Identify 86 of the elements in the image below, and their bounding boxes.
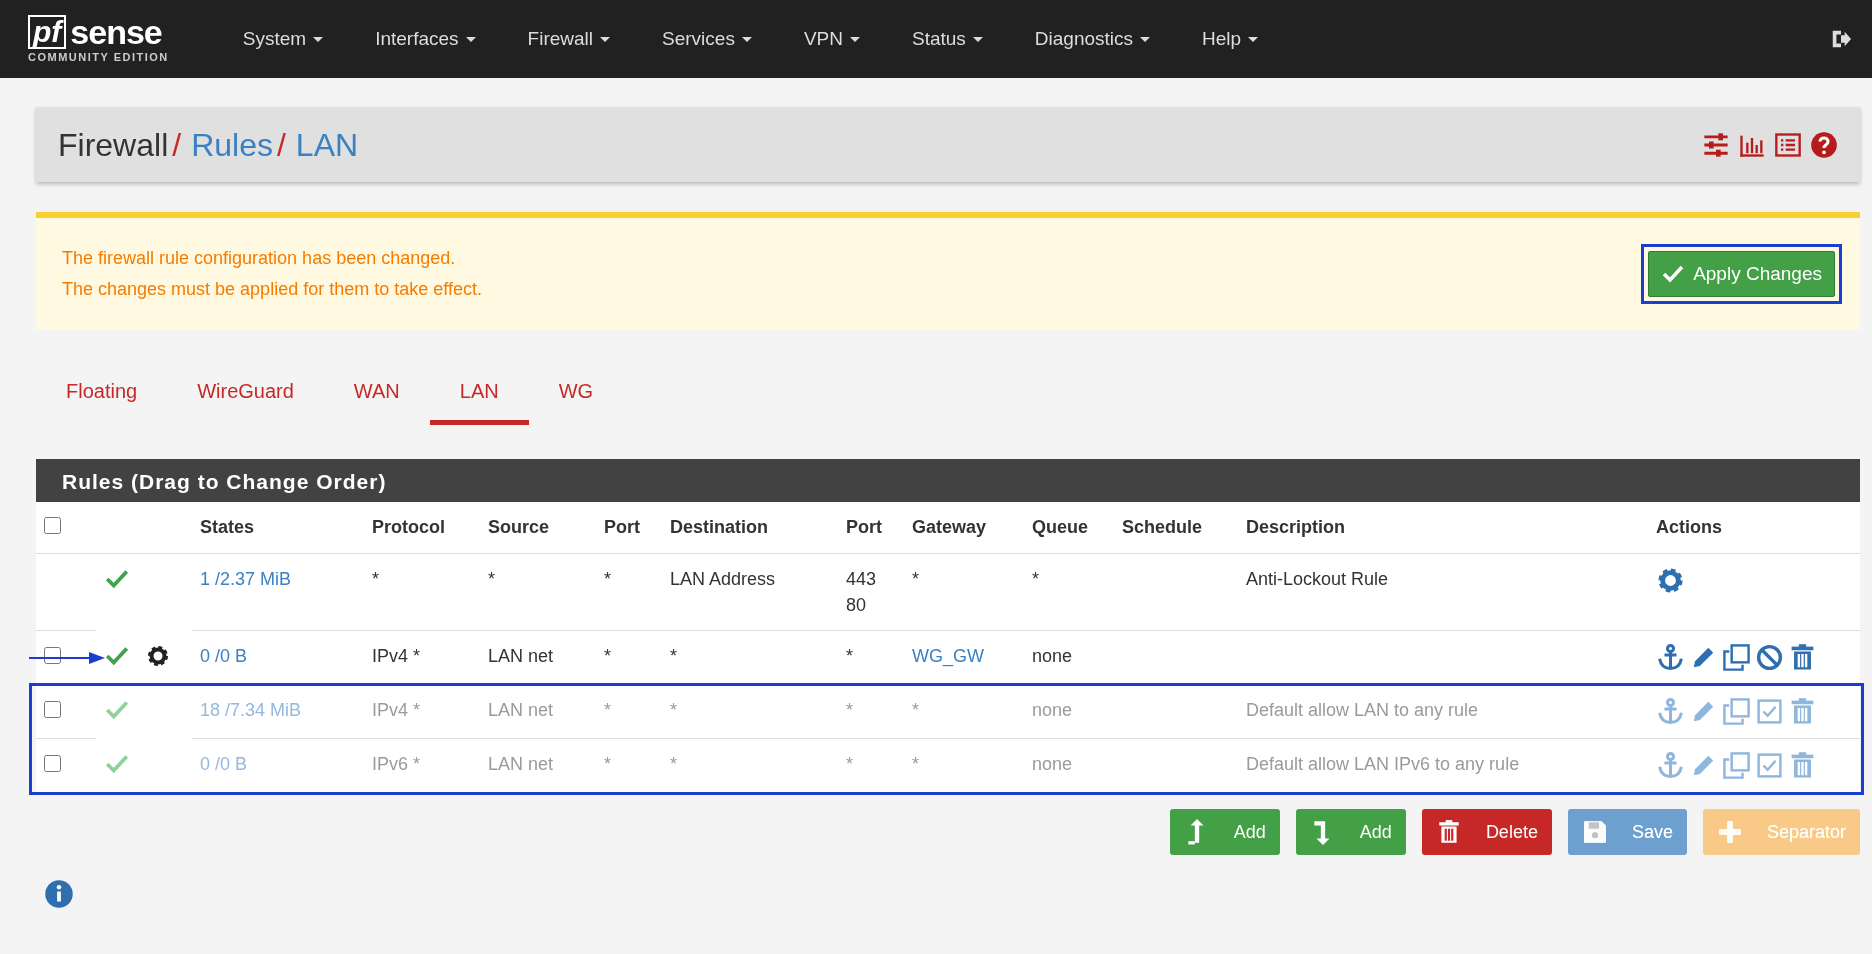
- table-cell: *: [912, 754, 919, 774]
- table-cell: none: [1032, 754, 1073, 774]
- breadcrumb-link[interactable]: LAN: [295, 126, 359, 163]
- delete-button[interactable]: Delete: [1421, 809, 1552, 855]
- menu-item[interactable]: Firewall: [527, 24, 611, 54]
- breadcrumb-separator: /: [276, 126, 286, 163]
- list-icon[interactable]: [1774, 130, 1802, 159]
- column-header: States: [192, 502, 364, 554]
- alert-message: The changes must be applied for them to take effect.: [62, 278, 482, 301]
- table-cell: LAN net: [488, 700, 554, 720]
- table-cell: LAN net: [488, 646, 554, 666]
- plus-icon: [1716, 819, 1743, 845]
- gateway-link[interactable]: WG_GW: [912, 646, 984, 666]
- select-all-checkbox[interactable]: [44, 517, 61, 534]
- table-cell-text: 443: [846, 568, 878, 591]
- disable-icon[interactable]: [1755, 643, 1784, 672]
- column-header: Gateway: [904, 502, 1024, 554]
- apply-changes-button[interactable]: Apply Changes: [1648, 250, 1835, 298]
- tab[interactable]: WireGuard: [167, 376, 324, 425]
- settings-icon[interactable]: [1656, 566, 1685, 595]
- tab[interactable]: LAN: [429, 376, 529, 425]
- column-header: Schedule: [1114, 502, 1238, 554]
- table-cell-text: *: [846, 699, 854, 722]
- menu-item[interactable]: Interfaces: [375, 24, 476, 54]
- logout-icon[interactable]: [1830, 28, 1852, 50]
- table-cell: *: [372, 569, 379, 589]
- table-cell: IPv4 *: [372, 646, 421, 666]
- table-cell: *: [604, 700, 611, 720]
- table-cell: none: [1032, 646, 1073, 666]
- anchor-icon[interactable]: [1656, 643, 1685, 672]
- logo-mark: pf: [28, 15, 67, 49]
- info-icon[interactable]: [44, 879, 74, 909]
- row-checkbox[interactable]: [44, 647, 61, 664]
- alert-message: The firewall rule configuration has been changed.: [62, 247, 457, 270]
- table-cell: Default allow LAN IPv6 to any rule: [1246, 754, 1520, 774]
- tab[interactable]: Floating: [36, 376, 168, 425]
- help-icon[interactable]: [1810, 130, 1838, 159]
- logo[interactable]: pf sense COMMUNITY EDITION: [28, 15, 169, 63]
- table-cell-text: *: [846, 645, 854, 668]
- table-cell: *: [670, 646, 677, 666]
- table-cell: IPv6 *: [372, 754, 421, 774]
- menu-item[interactable]: Diagnostics: [1034, 24, 1151, 54]
- table-cell: Anti-Lockout Rule: [1246, 569, 1389, 589]
- states-link[interactable]: 0 /0 B: [200, 646, 248, 666]
- table-cell: *: [488, 569, 495, 589]
- table-cell: LAN net: [488, 754, 554, 774]
- table-cell-text: 80: [846, 594, 868, 617]
- logo-subtitle: COMMUNITY EDITION: [28, 52, 169, 63]
- menu-item[interactable]: Help: [1202, 24, 1259, 54]
- menu-item[interactable]: Services: [662, 24, 752, 54]
- copy-icon[interactable]: [1722, 643, 1751, 672]
- column-header: Description: [1238, 502, 1648, 554]
- menu-item[interactable]: VPN: [803, 24, 860, 54]
- tab[interactable]: WG: [528, 376, 624, 425]
- states-link[interactable]: 1 /2.37 MiB: [200, 569, 292, 589]
- column-header: Destination: [662, 502, 838, 554]
- panel-title: Rules (Drag to Change Order): [36, 459, 1860, 502]
- column-header: Queue: [1024, 502, 1114, 554]
- table-cell: LAN Address: [670, 569, 776, 589]
- table-cell: *: [604, 646, 611, 666]
- column-header: Source: [480, 502, 596, 554]
- table-cell: *: [912, 700, 919, 720]
- add-button[interactable]: Add: [1295, 809, 1406, 855]
- sliders-icon[interactable]: [1702, 130, 1730, 159]
- breadcrumb-text: Firewall: [58, 126, 169, 163]
- table-cell: *: [670, 700, 677, 720]
- column-header: Port: [838, 502, 904, 554]
- breadcrumb-link[interactable]: Rules: [191, 126, 273, 163]
- table-cell: IPv4 *: [372, 700, 421, 720]
- table-cell: *: [670, 754, 677, 774]
- table-cell: *: [912, 569, 919, 589]
- add-button[interactable]: Add: [1169, 809, 1280, 855]
- table-cell-text: *: [846, 753, 854, 776]
- table-cell: *: [604, 754, 611, 774]
- table-cell: none: [1032, 700, 1073, 720]
- breadcrumb-separator: /: [172, 126, 182, 163]
- column-header: Actions: [1648, 502, 1860, 554]
- column-header: Port: [596, 502, 662, 554]
- menu-item[interactable]: System: [242, 24, 324, 54]
- table-cell: *: [604, 569, 611, 589]
- table-cell: Default allow LAN to any rule: [1246, 700, 1479, 720]
- table-cell: *: [1032, 569, 1039, 589]
- column-header: Protocol: [364, 502, 480, 554]
- menu-item[interactable]: Status: [912, 24, 983, 54]
- tab[interactable]: WAN: [323, 376, 430, 425]
- logo-text: sense: [70, 15, 162, 49]
